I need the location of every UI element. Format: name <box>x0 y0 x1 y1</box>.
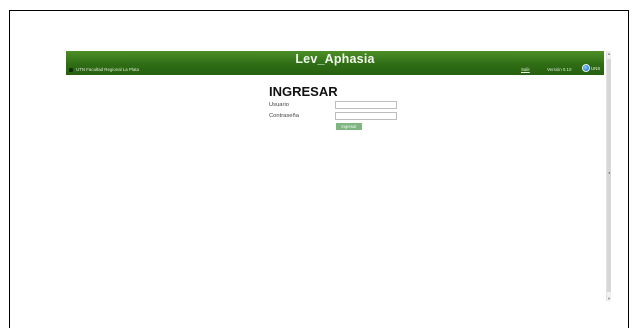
app-title: Lev_Aphasia <box>295 52 375 66</box>
username-input[interactable] <box>335 101 397 109</box>
language-label: UNS <box>591 65 601 71</box>
org-logo-icon <box>69 67 73 72</box>
password-label: Contraseña <box>269 113 299 119</box>
scroll-thumb[interactable] <box>607 59 611 292</box>
scroll-grip-icon: ◂ <box>607 170 610 175</box>
scroll-down-icon[interactable]: ▼ <box>607 296 611 301</box>
scroll-up-icon[interactable]: ▲ <box>607 51 611 56</box>
org-name: UTN Facultad Regional La Plata <box>76 67 139 72</box>
language-selector[interactable]: UNS <box>582 64 600 72</box>
login-button[interactable]: Ingresar <box>336 123 362 130</box>
vertical-scrollbar[interactable]: ▲ ◂ ▼ <box>606 51 611 301</box>
window-frame: Lev_Aphasia UTN Facultad Regional La Pla… <box>9 10 629 328</box>
browser-viewport: Lev_Aphasia UTN Facultad Regional La Pla… <box>66 51 611 301</box>
password-input[interactable] <box>335 112 397 120</box>
login-title: INGRESAR <box>269 84 338 99</box>
logout-link[interactable]: Salir <box>521 67 530 72</box>
username-label: Usuario <box>269 102 289 108</box>
version-label: Versión 0.10 <box>547 67 572 72</box>
org-info: UTN Facultad Regional La Plata <box>69 67 139 72</box>
globe-icon <box>582 64 590 72</box>
app-header: Lev_Aphasia UTN Facultad Regional La Pla… <box>66 51 604 75</box>
